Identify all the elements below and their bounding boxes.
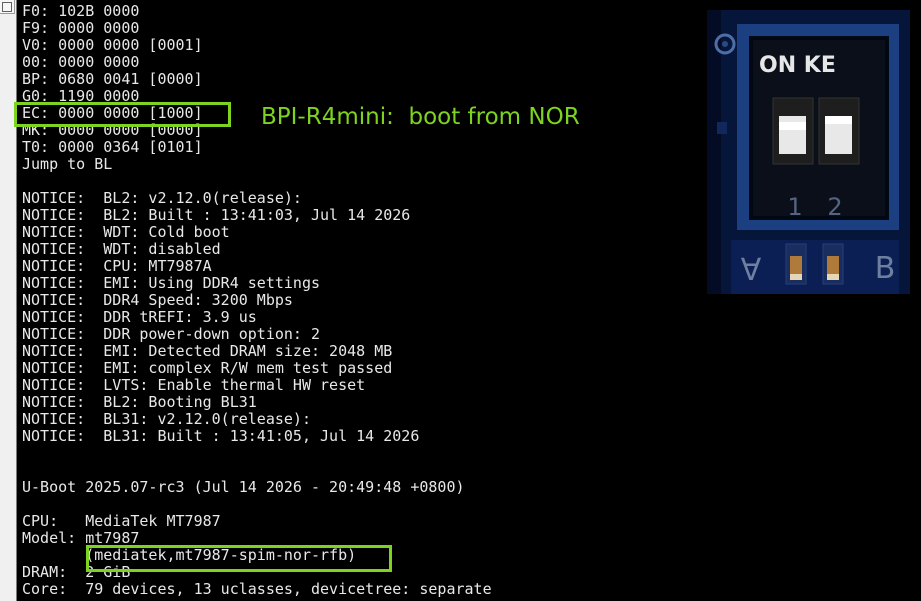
dip-top-label: ON KE bbox=[759, 53, 836, 78]
terminal-line: F0: 102B 0000 bbox=[22, 2, 140, 20]
terminal-line: NOTICE: BL2: Booting BL31 bbox=[22, 393, 257, 411]
terminal-line: F9: 0000 0000 bbox=[22, 19, 140, 37]
terminal-line: NOTICE: DDR4 Speed: 3200 Mbps bbox=[22, 291, 293, 309]
model-compatible-highlight bbox=[86, 545, 392, 572]
terminal-line: U-Boot 2025.07-rc3 (Jul 14 2026 - 20:49:… bbox=[22, 478, 465, 496]
dip-side-label-a: A bbox=[740, 250, 761, 285]
dip-number-1: 1 bbox=[787, 193, 802, 221]
terminal-line: NOTICE: EMI: Using DDR4 settings bbox=[22, 274, 321, 292]
boot-mode-caption: BPI-R4mini: boot from NOR bbox=[261, 104, 580, 130]
terminal-line: NOTICE: WDT: disabled bbox=[22, 240, 221, 258]
dip-side-label-b: B bbox=[875, 251, 896, 286]
terminal-line: NOTICE: BL2: v2.12.0(release): bbox=[22, 189, 302, 207]
terminal-line: NOTICE: EMI: complex R/W mem test passed bbox=[22, 359, 393, 377]
terminal-line: NOTICE: BL31: Built : 13:41:05, Jul 14 2… bbox=[22, 427, 420, 445]
terminal-line: CPU: MediaTek MT7987 bbox=[22, 512, 221, 530]
terminal-line: V0: 0000 0000 [0001] bbox=[22, 36, 203, 54]
terminal-line: NOTICE: BL2: Built : 13:41:03, Jul 14 20… bbox=[22, 206, 411, 224]
terminal-line: NOTICE: BL31: v2.12.0(release): bbox=[22, 410, 311, 428]
terminal-line: NOTICE: CPU: MT7987A bbox=[22, 257, 212, 275]
ec-line-highlight bbox=[14, 102, 231, 127]
terminal-line: NOTICE: EMI: Detected DRAM size: 2048 MB bbox=[22, 342, 393, 360]
terminal-line: NOTICE: WDT: Cold boot bbox=[22, 223, 230, 241]
window-divider bbox=[16, 0, 17, 601]
terminal-line: Core: 79 devices, 13 uclasses, devicetre… bbox=[22, 580, 492, 598]
dip-switch-photo: ON KE 1 2 A B bbox=[707, 10, 910, 294]
window-left-edge bbox=[0, 0, 16, 601]
terminal-line: Jump to BL bbox=[22, 155, 113, 173]
terminal-line: NOTICE: DDR power-down option: 2 bbox=[22, 325, 321, 343]
terminal-line: NOTICE: DDR tREFI: 3.9 us bbox=[22, 308, 257, 326]
dip-switch-illustration: ON KE 1 2 A B bbox=[707, 10, 910, 294]
terminal-line: T0: 0000 0364 [0101] bbox=[22, 138, 203, 156]
dip-number-2: 2 bbox=[827, 193, 842, 221]
restore-icon[interactable] bbox=[0, 0, 15, 14]
terminal-line: BP: 0680 0041 [0000] bbox=[22, 70, 203, 88]
terminal-line: NOTICE: LVTS: Enable thermal HW reset bbox=[22, 376, 366, 394]
terminal-line: 00: 0000 0000 bbox=[22, 53, 140, 71]
